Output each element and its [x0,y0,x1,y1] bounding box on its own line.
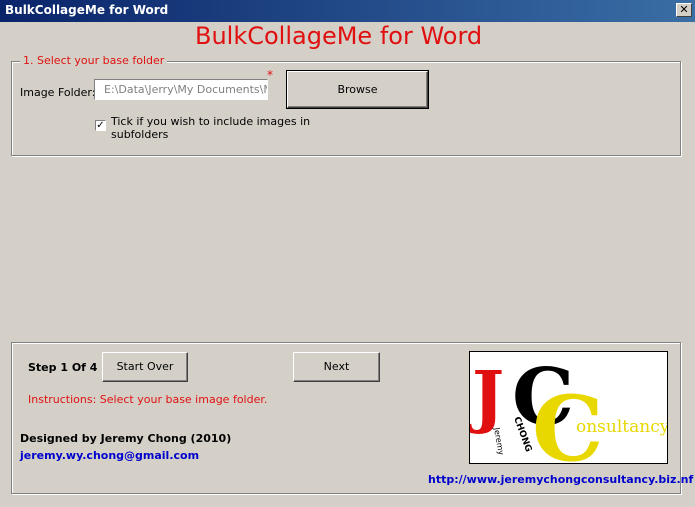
designer-credit: Designed by Jeremy Chong (2010) [20,432,232,445]
required-marker: * [267,68,273,82]
include-subfolders-label-line2: subfolders [111,128,169,141]
include-subfolders-checkbox[interactable]: ✓ [95,120,106,131]
include-subfolders-label-line1: Tick if you wish to include images in [111,115,311,128]
close-button[interactable]: ✕ [676,3,692,17]
checkmark-icon: ✓ [96,120,105,131]
close-icon: ✕ [679,3,689,16]
start-over-button[interactable]: Start Over [102,352,188,382]
browse-button[interactable]: Browse [286,70,429,109]
image-folder-field[interactable]: E:\Data\Jerry\My Documents\My Pictures [94,79,268,100]
logo-graphic: J C C onsultancy Jeremy CHONG [467,352,670,482]
logo-letter-j: J [470,357,504,437]
window-title: BulkCollageMe for Word [5,3,169,17]
next-button[interactable]: Next [293,352,380,382]
title-bar: BulkCollageMe for Word ✕ [0,0,695,22]
email-link[interactable]: jeremy.wy.chong@gmail.com [20,449,199,462]
website-link[interactable]: http://www.jeremychongconsultancy.biz.nf [428,473,693,486]
step-indicator: Step 1 Of 4 [28,361,98,374]
image-folder-label: Image Folder: [20,86,96,99]
app-heading: BulkCollageMe for Word [195,22,483,50]
instructions-text: Instructions: Select your base image fol… [28,393,268,406]
include-subfolders-label: Tick if you wish to include images in su… [111,115,310,141]
step1-group-label: 1. Select your base folder [20,54,168,67]
logo-consultancy-text: onsultancy [576,417,667,437]
company-logo: J C C onsultancy Jeremy CHONG [467,351,670,482]
